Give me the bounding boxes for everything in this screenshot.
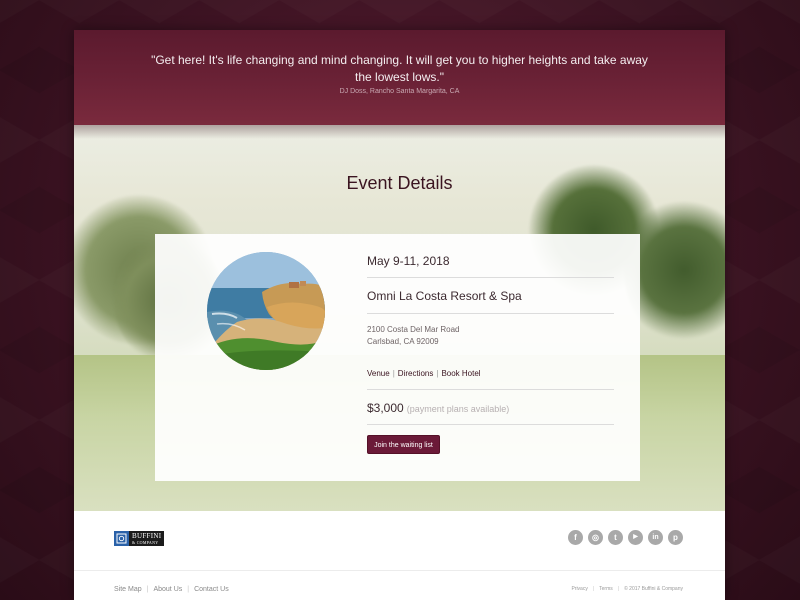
event-price-row: $3,000 (payment plans available) [367,401,509,415]
venue-link[interactable]: Venue [367,369,390,378]
twitter-icon[interactable]: t [608,530,623,545]
divider [367,424,614,425]
site-map-link[interactable]: Site Map [114,586,142,593]
youtube-icon[interactable]: ▶ [628,530,643,545]
logo-emblem-icon [114,531,129,546]
divider [367,277,614,278]
event-links: Venue | Directions | Book Hotel [367,369,481,378]
divider [367,389,614,390]
event-details-card: May 9-11, 2018 Omni La Costa Resort & Sp… [155,234,640,481]
logo-wordmark: BUFFINI & COMPANY [129,531,165,546]
link-separator: | [392,369,395,378]
about-us-link[interactable]: About Us [153,586,182,593]
footer-nav: Site Map | About Us | Contact Us [114,586,229,593]
testimonial-quote: "Get here! It's life changing and mind c… [151,53,648,84]
legal-separator: | [617,586,620,592]
event-hero: Event Details May 9-11, 2018 Omni La Cos… [74,125,725,511]
buffini-logo[interactable]: BUFFINI & COMPANY [114,531,165,546]
link-separator: | [436,369,439,378]
facebook-icon[interactable]: f [568,530,583,545]
linkedin-icon[interactable]: in [648,530,663,545]
logo-line-1: BUFFINI [132,531,162,540]
footer-separator: | [146,586,149,593]
footer: BUFFINI & COMPANY f ◎ t ▶ in p Site Map |… [74,511,725,600]
event-details-title: Event Details [346,173,453,193]
legal-separator: | [592,586,595,592]
book-hotel-link[interactable]: Book Hotel [441,369,480,378]
terms-link[interactable]: Terms [599,586,613,592]
contact-us-link[interactable]: Contact Us [194,586,229,593]
venue-photo [207,252,325,370]
footer-separator: | [187,586,190,593]
join-waiting-list-button[interactable]: Join the waiting list [367,435,440,454]
logo-line-2: & COMPANY [132,539,159,545]
social-links: f ◎ t ▶ in p [568,530,683,545]
legal-links: Privacy | Terms | © 2017 Buffini & Company [571,586,683,592]
address-line-1: 2100 Costa Del Mar Road [367,325,460,334]
instagram-icon[interactable]: ◎ [588,530,603,545]
page-container: "Get here! It's life changing and mind c… [74,30,725,600]
testimonial-author: DJ Doss, Rancho Santa Margarita, CA [339,88,460,95]
event-venue: Omni La Costa Resort & Spa [367,289,522,303]
payment-plan-note: (payment plans available) [406,404,510,414]
divider [367,313,614,314]
directions-link[interactable]: Directions [398,369,434,378]
copyright-text: © 2017 Buffini & Company [624,586,683,592]
footer-divider [74,570,725,571]
testimonial-banner: "Get here! It's life changing and mind c… [74,30,725,125]
pinterest-icon[interactable]: p [668,530,683,545]
event-date: May 9-11, 2018 [367,254,450,268]
event-price: $3,000 [367,401,404,415]
privacy-link[interactable]: Privacy [571,586,587,592]
address-line-2: Carlsbad, CA 92009 [367,337,439,346]
